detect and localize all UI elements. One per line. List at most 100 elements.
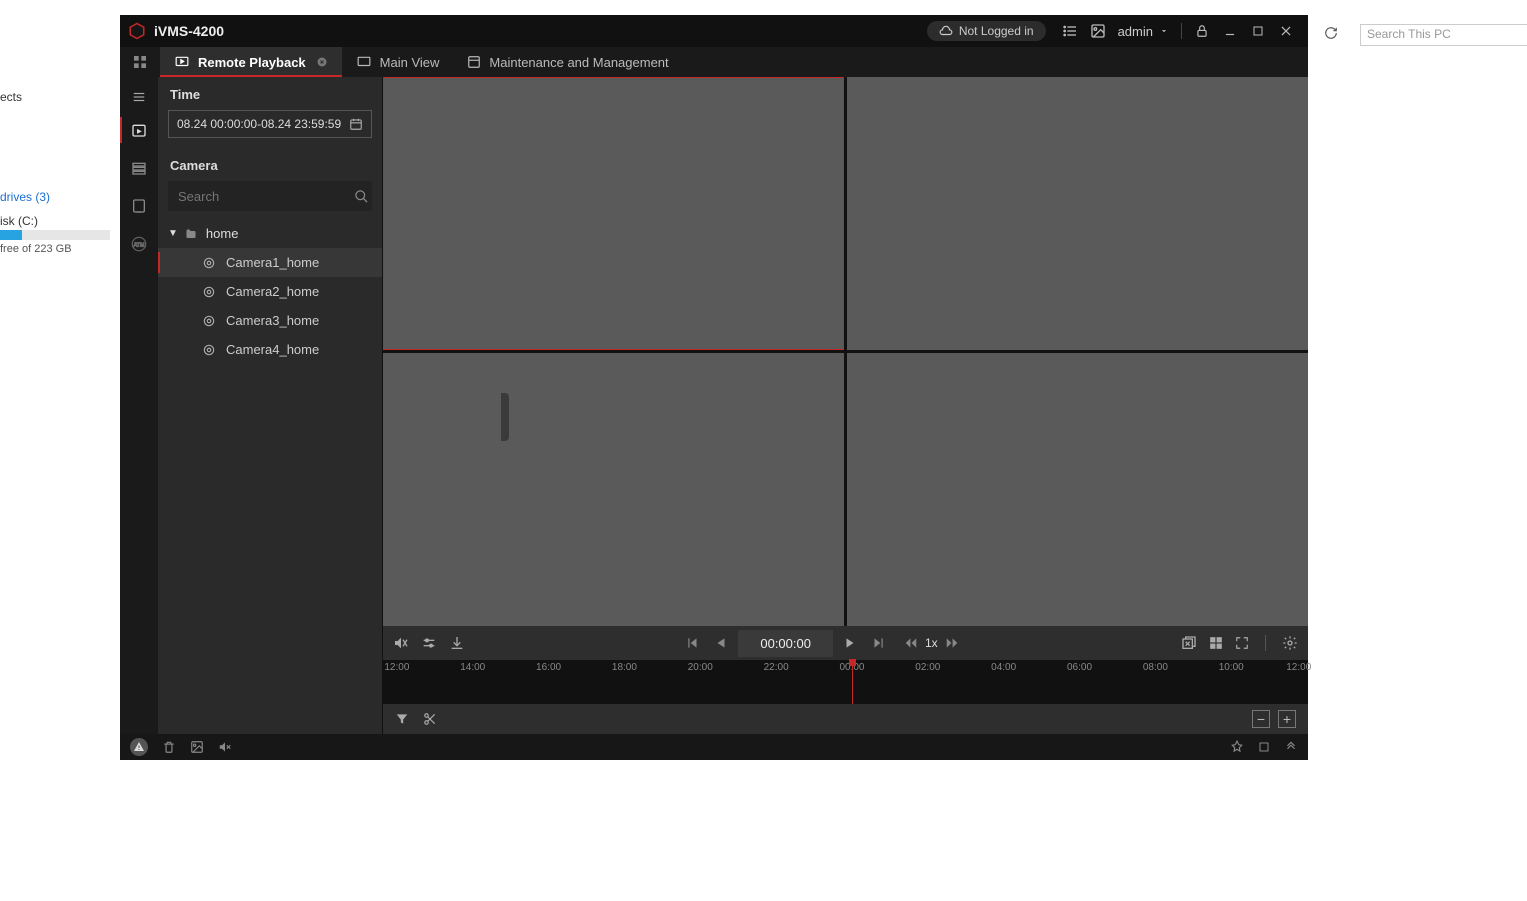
viewer: 00:00:00 1x 12:00 14:00 <box>383 77 1308 734</box>
pin-icon[interactable] <box>1230 740 1244 754</box>
group-label: home <box>206 226 239 241</box>
tree-group-home[interactable]: ▼ home <box>158 219 382 248</box>
bg-drives-link[interactable]: drives (3) <box>0 190 50 204</box>
explorer-search-input[interactable]: Search This PC <box>1360 24 1527 46</box>
speed-up-icon[interactable] <box>944 636 960 650</box>
camera-item-3[interactable]: Camera3_home <box>158 306 382 335</box>
restore-window-icon[interactable] <box>1258 741 1270 753</box>
playback-controls: 00:00:00 1x <box>383 626 1308 660</box>
tab-label: Main View <box>380 55 440 70</box>
slow-down-icon[interactable] <box>903 636 919 650</box>
lock-icon[interactable] <box>1188 17 1216 45</box>
time-range-input[interactable]: 08.24 00:00:00-08.24 23:59:59 <box>168 110 372 138</box>
svg-text:ATM: ATM <box>134 242 145 248</box>
filter-bar: − + <box>383 704 1308 734</box>
video-cell-4[interactable] <box>847 353 1308 626</box>
hamburger-icon[interactable] <box>120 83 158 111</box>
collapse-arrow-icon: ▼ <box>168 228 178 239</box>
scissors-icon[interactable] <box>423 712 437 726</box>
search-icon <box>354 189 369 204</box>
playback-icon <box>174 55 190 69</box>
camera-icon <box>202 256 216 270</box>
rail-event-mode[interactable] <box>120 149 158 187</box>
tick: 20:00 <box>688 662 713 673</box>
tick: 04:00 <box>991 662 1016 673</box>
tab-maintenance[interactable]: Maintenance and Management <box>453 47 682 77</box>
background-explorer: ects drives (3) isk (C:) free of 223 GB … <box>0 0 120 901</box>
camera-item-4[interactable]: Camera4_home <box>158 335 382 364</box>
panel-resize-handle[interactable] <box>501 393 509 441</box>
refresh-icon[interactable] <box>1324 26 1340 42</box>
apps-grid-icon[interactable] <box>120 47 160 77</box>
maintenance-icon <box>467 55 481 69</box>
maximize-icon[interactable] <box>1244 17 1272 45</box>
mute-icon[interactable] <box>393 635 409 651</box>
video-cell-2[interactable] <box>847 77 1308 350</box>
close-icon[interactable] <box>1272 17 1300 45</box>
chevron-up-icon[interactable] <box>1284 740 1298 754</box>
caret-down-icon <box>1159 26 1169 36</box>
volume-off-icon[interactable] <box>218 740 232 754</box>
prev-frame-icon[interactable] <box>686 636 700 650</box>
reverse-play-icon[interactable] <box>714 636 728 650</box>
rail-calendar-mode[interactable] <box>120 111 158 149</box>
timeline[interactable]: 12:00 14:00 16:00 18:00 20:00 22:00 00:0… <box>383 660 1308 704</box>
tab-main-view[interactable]: Main View <box>342 47 454 77</box>
camera-label: Camera2_home <box>226 284 319 299</box>
app-window: iVMS-4200 Not Logged in admin <box>120 15 1308 760</box>
tab-label: Maintenance and Management <box>489 55 668 70</box>
tick: 12:00 <box>1286 662 1311 673</box>
time-section-header: Time <box>158 77 382 110</box>
tick: 16:00 <box>536 662 561 673</box>
layout-grid-icon[interactable] <box>1209 636 1223 650</box>
user-menu[interactable]: admin <box>1118 24 1169 39</box>
zoom-in-button[interactable]: + <box>1278 710 1296 728</box>
body: ATM Time 08.24 00:00:00-08.24 23:59:59 C… <box>120 77 1308 734</box>
rail-pos-mode[interactable] <box>120 187 158 225</box>
camera-section-header: Camera <box>158 148 382 181</box>
close-all-icon[interactable] <box>1181 635 1197 651</box>
image-icon[interactable] <box>1084 17 1112 45</box>
bg-storage-bar <box>0 230 110 240</box>
next-frame-icon[interactable] <box>871 636 885 650</box>
camera-search[interactable] <box>168 181 372 211</box>
fullscreen-icon[interactable] <box>1235 636 1249 650</box>
camera-label: Camera3_home <box>226 313 319 328</box>
camera-icon <box>202 285 216 299</box>
timeline-ticks: 12:00 14:00 16:00 18:00 20:00 22:00 00:0… <box>383 660 1308 674</box>
picture-icon[interactable] <box>190 740 204 754</box>
zoom-out-button[interactable]: − <box>1252 710 1270 728</box>
login-status-pill[interactable]: Not Logged in <box>927 21 1046 41</box>
camera-item-1[interactable]: Camera1_home <box>158 248 382 277</box>
video-cell-1[interactable] <box>383 77 844 350</box>
gear-icon[interactable] <box>1282 635 1298 651</box>
trash-icon[interactable] <box>162 740 176 754</box>
side-panel: Time 08.24 00:00:00-08.24 23:59:59 Camer… <box>158 77 383 734</box>
alert-badge-icon[interactable] <box>130 738 148 756</box>
settings-sliders-icon[interactable] <box>421 635 437 651</box>
tab-close-icon[interactable] <box>316 56 328 68</box>
rail-atm-mode[interactable]: ATM <box>120 225 158 263</box>
camera-item-2[interactable]: Camera2_home <box>158 277 382 306</box>
bg-disk-label: isk (C:) <box>0 214 38 228</box>
calendar-icon <box>349 117 363 131</box>
status-bar <box>120 734 1308 760</box>
list-icon[interactable] <box>1056 17 1084 45</box>
video-grid <box>383 77 1308 626</box>
download-icon[interactable] <box>449 635 465 651</box>
tab-label: Remote Playback <box>198 55 306 70</box>
tick: 14:00 <box>460 662 485 673</box>
playhead[interactable] <box>852 660 853 704</box>
tab-remote-playback[interactable]: Remote Playback <box>160 47 342 77</box>
time-range-value: 08.24 00:00:00-08.24 23:59:59 <box>177 117 341 131</box>
tick: 12:00 <box>384 662 409 673</box>
camera-icon <box>202 343 216 357</box>
video-cell-3[interactable] <box>383 353 844 626</box>
tabbar: Remote Playback Main View Maintenance an… <box>120 47 1308 77</box>
play-icon[interactable] <box>843 636 857 650</box>
filter-icon[interactable] <box>395 712 409 726</box>
search-input[interactable] <box>178 189 354 204</box>
minimize-icon[interactable] <box>1216 17 1244 45</box>
camera-label: Camera4_home <box>226 342 319 357</box>
titlebar: iVMS-4200 Not Logged in admin <box>120 15 1308 47</box>
